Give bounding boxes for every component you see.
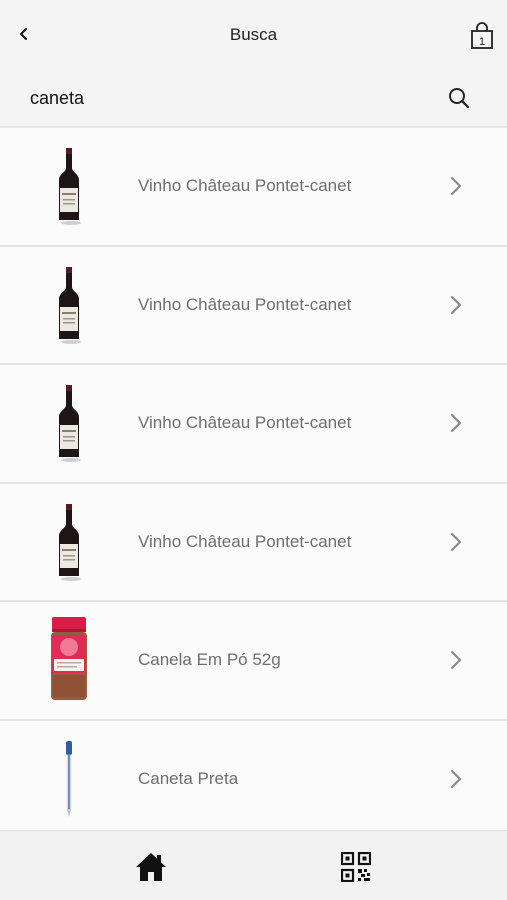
page-title: Busca <box>229 25 278 44</box>
product-name: Vinho Château Pontet-canet <box>138 176 352 196</box>
nav-home-button[interactable] <box>134 851 168 883</box>
pen-icon <box>66 740 72 817</box>
home-icon <box>136 853 166 881</box>
list-item[interactable]: Vinho Château Pontet-canet <box>0 246 507 365</box>
header: Busca 1 <box>0 0 507 70</box>
chevron-right-icon <box>450 177 462 196</box>
chevron-right-icon <box>450 532 462 551</box>
chevron-right-icon <box>450 651 462 670</box>
product-name: Caneta Preta <box>138 768 239 788</box>
search-icon <box>449 88 470 109</box>
list-item[interactable]: Vinho Château Pontet-canet <box>0 365 507 484</box>
wine-bottle-icon <box>59 503 81 581</box>
list-item[interactable]: Vinho Château Pontet-canet <box>0 128 507 247</box>
product-name: Vinho Château Pontet-canet <box>138 413 352 433</box>
cart-count: 1 <box>479 36 485 48</box>
product-name: Canela Em Pó 52g <box>138 650 281 670</box>
product-thumbnail <box>40 484 98 601</box>
product-thumbnail <box>40 602 98 719</box>
product-name: Vinho Château Pontet-canet <box>138 531 352 551</box>
product-thumbnail <box>40 365 98 482</box>
chevron-right-icon <box>450 295 462 314</box>
chevron-right-icon <box>450 769 462 788</box>
product-thumbnail <box>40 128 98 245</box>
chevron-right-icon <box>450 414 462 433</box>
product-name: Vinho Château Pontet-canet <box>138 294 352 314</box>
product-thumbnail <box>40 721 98 831</box>
spice-jar-icon <box>51 617 87 701</box>
back-button[interactable] <box>10 20 38 48</box>
search-screen: Busca 1 caneta Vinho Château Pontet-cane… <box>0 0 507 900</box>
wine-bottle-icon <box>59 148 81 226</box>
list-item[interactable]: Vinho Château Pontet-canet <box>0 483 507 602</box>
cart-button[interactable]: 1 <box>469 22 495 50</box>
qr-code-icon <box>340 851 372 883</box>
chevron-left-icon <box>20 28 27 40</box>
search-button[interactable] <box>447 86 471 110</box>
search-bar <box>0 70 507 126</box>
list-item[interactable]: Caneta Preta <box>0 720 507 831</box>
search-input[interactable] <box>30 78 430 118</box>
nav-qr-button[interactable] <box>340 851 372 883</box>
wine-bottle-icon <box>59 385 81 463</box>
list-item[interactable]: Canela Em Pó 52g <box>0 602 507 721</box>
bottom-nav <box>0 830 507 900</box>
shopping-bag-icon: 1 <box>471 22 493 49</box>
product-thumbnail <box>40 247 98 364</box>
wine-bottle-icon <box>59 266 81 344</box>
results-list: Vinho Château Pontet-canet Vinho Château… <box>0 126 507 830</box>
